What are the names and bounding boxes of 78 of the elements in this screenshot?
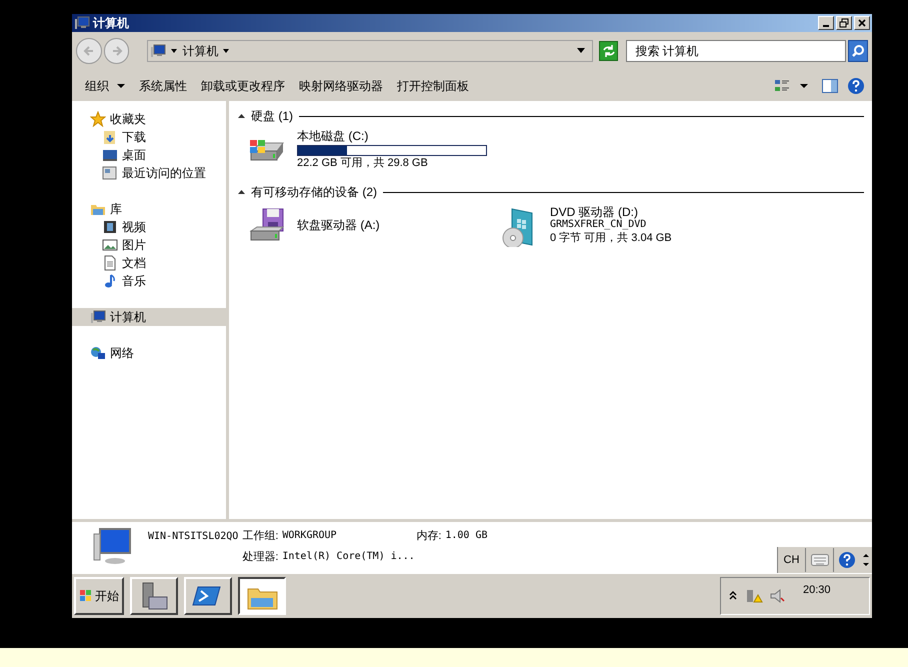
sidebar-item[interactable]: 库 [72,200,226,218]
toolbar-button[interactable]: 打开控制面板 [390,74,476,98]
drive-space-text: 22.2 GB 可用，共 29.8 GB [297,156,429,170]
computer-name: WIN-NTSITSL02QO [148,530,238,544]
toolbar-button[interactable]: 系统属性 [132,74,194,98]
close-button[interactable] [854,16,870,30]
pane-icon [822,78,838,92]
window-title: 计算机 [93,15,129,32]
picture-icon [102,237,118,253]
drive-space-text: 0 字节 可用，共 3.04 GB [550,231,672,245]
sidebar-item[interactable]: 收藏夹 [72,110,226,128]
breadcrumb-item[interactable]: 计算机 [182,42,218,60]
minimize-icon [823,24,829,26]
drive-item[interactable]: DVD 驱动器 (D:) GRMSXFRER_CN_DVD 0 字节 可用，共 3.04 GB [500,205,753,255]
restore-button[interactable] [836,16,852,30]
sidebar-item[interactable]: 计算机 [72,308,226,326]
taskbar-button[interactable] [238,577,286,615]
up-down-arrows-icon [862,552,870,568]
field-label: 处理器: [242,550,278,564]
close-icon [857,18,867,28]
network-warning-icon [745,588,763,604]
field-value: WORKGROUP [282,529,337,543]
address-field[interactable]: 计算机 [147,40,593,62]
sidebar-item[interactable]: 视频 [72,218,226,236]
star-icon [90,111,106,127]
sidebar-item[interactable]: 音乐 [72,272,226,290]
language-button[interactable]: CH [778,548,806,572]
computer-icon [90,309,106,325]
toolbar-button[interactable]: 组织 [78,74,132,98]
drive-item[interactable]: 本地磁盘 (C:) 22.2 GB 可用，共 29.8 GB [247,129,500,179]
start-button[interactable]: 开始 [74,577,124,615]
film-icon [102,219,118,235]
drive-name: 软盘驱动器 (A:) [297,218,380,232]
computer-icon [74,15,90,31]
drive-name: 本地磁盘 (C:) [297,129,370,143]
toolbar-button[interactable]: 卸载或更改程序 [194,74,292,98]
sidebar-item[interactable]: 网络 [72,344,226,362]
network-icon [90,345,106,361]
clock: 20:30 [803,583,831,598]
drive-name: DVD 驱动器 (D:) [550,205,639,219]
group-header[interactable]: 有可移动存储的设备 (2) [251,183,377,201]
field-label: 工作组: [242,529,278,544]
refresh-button[interactable] [598,41,618,61]
caret-icon [800,82,808,90]
search-button[interactable] [848,40,868,62]
volume-label: GRMSXFRER_CN_DVD [550,219,648,231]
document-icon [102,255,118,271]
search-field[interactable]: 搜索 计算机 [626,40,846,62]
sidebar-item[interactable]: 文档 [72,254,226,272]
toolbar-button[interactable]: 映射网络驱动器 [292,74,390,98]
caret-icon [170,47,178,55]
keyboard-icon [810,554,828,566]
group-header[interactable]: 硬盘 (1) [251,107,293,125]
music-note-icon [102,273,118,289]
chevron-up-icon [729,591,737,601]
help-icon [838,551,856,569]
minimize-button[interactable] [818,16,834,30]
restore-icon [839,18,849,28]
search-icon [851,44,866,58]
sidebar-item[interactable]: 桌面 [72,146,226,164]
help-button[interactable] [846,76,866,96]
sidebar-item[interactable]: 下载 [72,128,226,146]
field-value: 1.00 GB [445,529,488,543]
field-value: Intel(R) Core(TM) i... [282,550,415,564]
speaker-icon [769,588,785,604]
field-label: 内存: [416,529,442,544]
sidebar-item[interactable]: 最近访问的位置 [72,164,226,182]
sidebar-item[interactable]: 图片 [72,236,226,254]
desktop-icon [102,147,118,163]
refresh-icon [602,44,616,58]
caret-icon [222,47,230,55]
drive-item[interactable]: 软盘驱动器 (A:) [247,205,500,255]
flag-icon [79,589,93,603]
computer-icon [150,43,166,59]
window-icon [102,165,118,181]
help-icon [847,76,865,94]
view-list-icon [774,78,790,94]
left-arrow-icon [82,44,96,58]
